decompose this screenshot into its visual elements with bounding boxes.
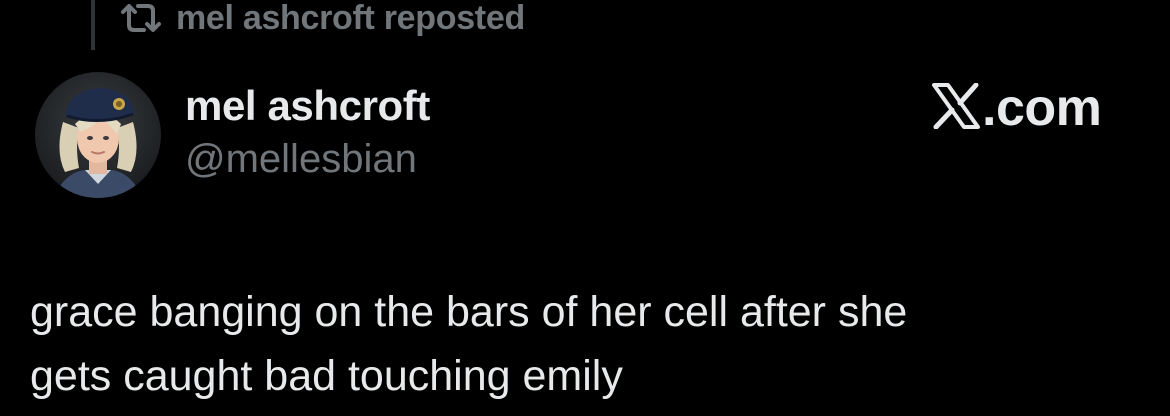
tweet-line: grace banging on the bars of her cell af… — [30, 288, 908, 336]
repost-label: mel ashcroft reposted — [176, 0, 525, 37]
brand-watermark: .com — [932, 79, 1102, 137]
tweet-line: gets caught bad touching emily — [30, 352, 623, 400]
brand-label: .com — [982, 79, 1102, 137]
avatar[interactable] — [35, 72, 161, 198]
author-handle[interactable]: @mellesbian — [185, 137, 417, 182]
thread-line — [91, 0, 95, 50]
author-name[interactable]: mel ashcroft — [185, 82, 430, 130]
repost-icon — [120, 1, 162, 35]
x-logo-icon — [932, 82, 980, 130]
repost-header[interactable]: mel ashcroft reposted — [120, 0, 525, 40]
tweet-text: grace banging on the bars of her cell af… — [30, 280, 1140, 408]
